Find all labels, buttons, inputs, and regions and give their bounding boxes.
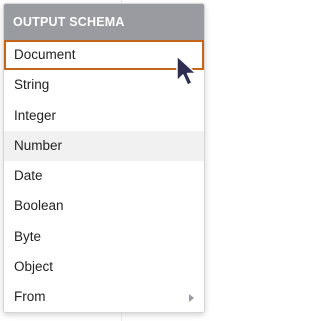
chevron-right-icon [189, 293, 194, 302]
menu-item-boolean[interactable]: Boolean [4, 191, 204, 221]
output-schema-menu: OUTPUT SCHEMA Document String Integer Nu… [3, 3, 205, 313]
menu-item-byte[interactable]: Byte [4, 222, 204, 252]
menu-list: Document String Integer Number Date Bool… [4, 40, 204, 312]
menu-item-from[interactable]: From [4, 282, 204, 312]
menu-item-object[interactable]: Object [4, 252, 204, 282]
menu-item-document[interactable]: Document [4, 40, 204, 71]
menu-item-from-label: From [14, 289, 46, 305]
menu-item-string[interactable]: String [4, 70, 204, 100]
menu-item-date[interactable]: Date [4, 161, 204, 191]
menu-header: OUTPUT SCHEMA [4, 4, 204, 40]
menu-item-number[interactable]: Number [4, 130, 204, 162]
menu-item-integer[interactable]: Integer [4, 101, 204, 131]
